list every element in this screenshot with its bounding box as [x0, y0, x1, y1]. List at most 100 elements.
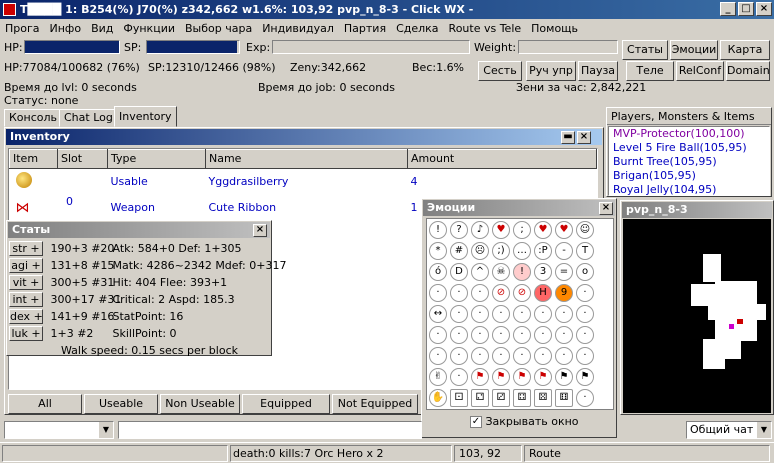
column-header[interactable]: Type [107, 149, 206, 169]
face-icon[interactable]: · [576, 305, 594, 323]
flag-icon[interactable]: ⚑ [492, 368, 510, 386]
face-icon[interactable]: · [555, 326, 573, 344]
face-icon[interactable]: · [492, 326, 510, 344]
dice-icon[interactable]: ⚄ [534, 389, 552, 407]
pause-button[interactable]: Пауза [578, 61, 618, 81]
flag-icon[interactable]: ⚑ [534, 368, 552, 386]
face-icon[interactable]: · [450, 347, 468, 365]
column-header[interactable]: Amount [407, 149, 597, 169]
menu-item[interactable]: Сделка [391, 22, 443, 35]
tele-button[interactable]: Теле [626, 61, 674, 81]
stats-button[interactable]: Статы [622, 40, 668, 60]
minimize-icon[interactable]: ▬ [561, 131, 575, 144]
sweat-icon[interactable]: ; [513, 221, 531, 239]
agi-button[interactable]: agi + [9, 258, 43, 273]
ok-icon[interactable]: o [576, 263, 594, 281]
menu-item[interactable]: Прога [0, 22, 45, 35]
face-icon[interactable]: · [534, 326, 552, 344]
list-item[interactable]: Level 5 Fire Ball(105,95) [613, 141, 769, 155]
chat-input[interactable] [118, 421, 422, 439]
minimap[interactable] [623, 219, 771, 413]
face-icon[interactable]: · [534, 347, 552, 365]
menu-item[interactable]: Партия [339, 22, 391, 35]
table-row[interactable]: Usable Yggdrasilberry 4 [10, 169, 597, 195]
int-button[interactable]: int + [9, 292, 43, 307]
heart-icon[interactable]: ♥ [555, 221, 573, 239]
face-icon[interactable]: · [534, 305, 552, 323]
arrows-icon[interactable]: ↔ [429, 305, 447, 323]
domains-button[interactable]: Domains [726, 61, 770, 81]
menu-item[interactable]: Route vs Tele [444, 22, 527, 35]
list-item[interactable]: MVP-Protector(100,100) [613, 127, 769, 141]
relconf-button[interactable]: RelConf [676, 61, 724, 81]
idea-icon[interactable]: * [429, 242, 447, 260]
flag-icon[interactable]: ⚑ [471, 368, 489, 386]
face-icon[interactable]: · [576, 389, 594, 407]
skull-icon[interactable]: ☠ [492, 263, 510, 281]
face-icon[interactable]: · [429, 284, 447, 302]
close-icon[interactable]: × [756, 2, 772, 16]
wink-icon[interactable]: ;) [492, 242, 510, 260]
list-item[interactable]: Royal Jelly(104,95) [613, 183, 769, 195]
face-icon[interactable]: · [429, 347, 447, 365]
menu-item[interactable]: Индивидуал [257, 22, 339, 35]
flag-icon[interactable]: ⚑ [555, 368, 573, 386]
hand-icon[interactable]: ✋ [429, 389, 447, 407]
cry-icon[interactable]: T [576, 242, 594, 260]
blush-icon[interactable]: ^ [471, 263, 489, 281]
tab-inventory[interactable]: Inventory [114, 106, 177, 127]
menu-item[interactable]: Функции [118, 22, 180, 35]
maximize-icon[interactable]: □ [738, 2, 754, 16]
manual-control-button[interactable]: Руч упр [526, 61, 576, 81]
face-icon[interactable]: · [492, 305, 510, 323]
face-icon[interactable]: · [555, 305, 573, 323]
face-icon[interactable]: · [513, 326, 531, 344]
dice-icon[interactable]: ⚂ [492, 389, 510, 407]
sign-icon[interactable]: 9 [555, 284, 573, 302]
vit-button[interactable]: vit + [9, 275, 43, 290]
filter-not-equipped-button[interactable]: Not Equipped [332, 394, 418, 414]
map-button[interactable]: Карта [720, 40, 770, 60]
frown-icon[interactable]: ☹ [471, 242, 489, 260]
flag-icon[interactable]: ⚑ [576, 368, 594, 386]
filter-non-useable-button[interactable]: Non Useable [160, 394, 240, 414]
filter-all-button[interactable]: All [8, 394, 82, 414]
face-icon[interactable]: · [576, 326, 594, 344]
help-icon[interactable]: H [534, 284, 552, 302]
dice-icon[interactable]: ⚃ [513, 389, 531, 407]
emotions-button[interactable]: Эмоции [670, 40, 718, 60]
face-icon[interactable]: · [450, 284, 468, 302]
face-icon[interactable]: · [450, 368, 468, 386]
tongue-icon[interactable]: :P [534, 242, 552, 260]
sign-icon[interactable]: ! [513, 263, 531, 281]
heart-icon[interactable]: ♥ [534, 221, 552, 239]
face-icon[interactable]: · [576, 284, 594, 302]
close-on-select-checkbox[interactable]: ✓ [470, 416, 482, 428]
music-icon[interactable]: ♪ [471, 221, 489, 239]
column-header[interactable]: Item [9, 149, 58, 169]
close-icon[interactable]: × [599, 202, 613, 215]
face-icon[interactable]: · [450, 305, 468, 323]
peace-icon[interactable]: ✌ [429, 368, 447, 386]
grin-icon[interactable]: = [555, 263, 573, 281]
face-icon[interactable]: · [513, 347, 531, 365]
minimize-icon[interactable]: _ [720, 2, 736, 16]
close-icon[interactable]: × [253, 224, 267, 237]
tab-chatlog[interactable]: Chat Log [59, 109, 118, 127]
dex-button[interactable]: dex + [9, 309, 43, 324]
face-icon[interactable]: · [555, 347, 573, 365]
menu-item[interactable]: Выбор чара [180, 22, 257, 35]
filter-equipped-button[interactable]: Equipped [242, 394, 330, 414]
face-icon[interactable]: · [492, 347, 510, 365]
list-item[interactable]: Brigan(105,95) [613, 169, 769, 183]
face-icon[interactable]: · [450, 326, 468, 344]
no-icon[interactable]: ⊘ [513, 284, 531, 302]
menu-item[interactable]: Вид [86, 22, 118, 35]
smile-icon[interactable]: ☺ [576, 221, 594, 239]
face-icon[interactable]: · [471, 284, 489, 302]
hmm-icon[interactable]: - [555, 242, 573, 260]
no-icon[interactable]: ⊘ [492, 284, 510, 302]
kiss-icon[interactable]: 3 [534, 263, 552, 281]
chat-target-select[interactable]: ▼ [4, 421, 114, 439]
tab-console[interactable]: Консоль [4, 109, 63, 127]
